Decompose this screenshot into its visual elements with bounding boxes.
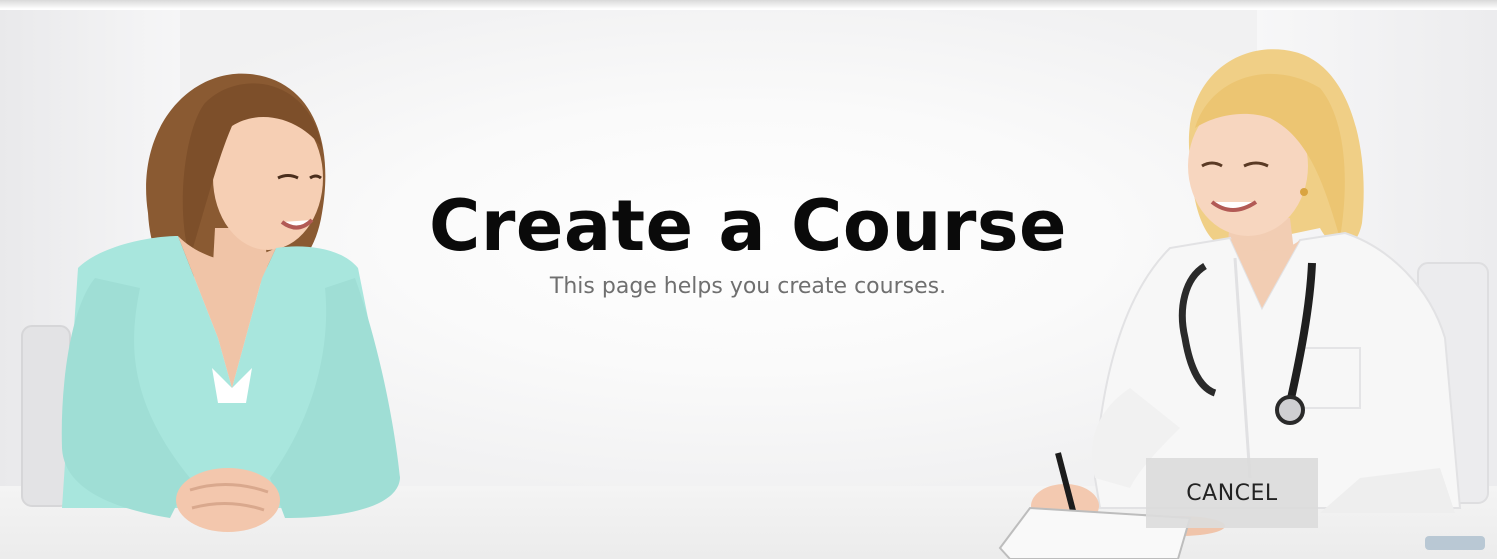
cancel-button[interactable]: CANCEL <box>1146 458 1318 528</box>
page-subtitle: This page helps you create courses. <box>549 274 947 299</box>
patient-figure <box>61 73 400 532</box>
page-title: Create a Course <box>429 185 1067 267</box>
top-bar-shadow <box>0 0 1497 10</box>
page: Create a Course This page helps you crea… <box>0 0 1497 559</box>
hero-banner: Create a Course This page helps you crea… <box>0 8 1497 559</box>
title-block: Create a Course This page helps you crea… <box>420 183 1076 301</box>
